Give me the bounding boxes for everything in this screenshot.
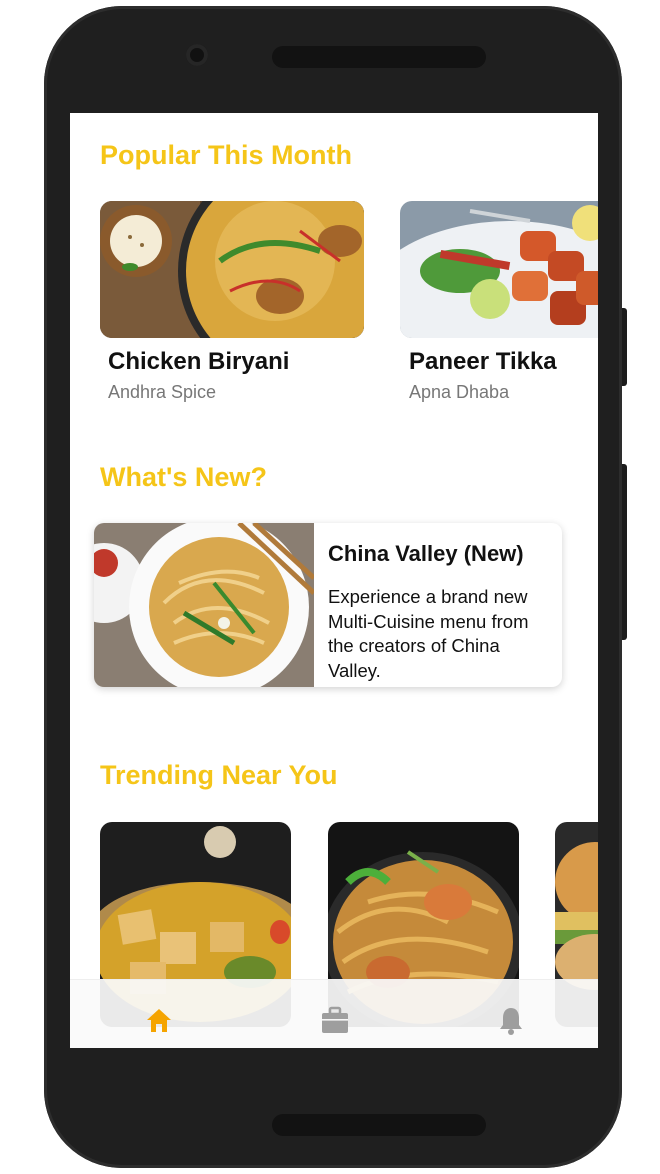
chicken-biryani-image[interactable] (100, 201, 364, 338)
news-description: Experience a brand new Multi-Cuisine men… (328, 586, 529, 681)
restaurant-name: Apna Dhaba (409, 382, 510, 402)
briefcase-icon[interactable] (319, 1004, 351, 1036)
dish-name[interactable]: Paneer Tikka (409, 348, 557, 376)
bell-icon[interactable] (495, 1004, 527, 1036)
speaker-grille-bottom (272, 1114, 486, 1136)
restaurant-name: Andhra Spice (108, 382, 217, 402)
whats-new-section-title: What's New? (100, 462, 267, 492)
speaker-grille (272, 46, 486, 68)
paneer-tikka-image[interactable] (400, 201, 598, 338)
camera-icon (186, 44, 208, 66)
news-title: China Valley (New) (328, 541, 524, 566)
app-screen: Popular This Month Chicken Biryani Andhr… (70, 113, 598, 1048)
dish-name[interactable]: Chicken Biryani (108, 348, 289, 376)
noodles-image (94, 523, 316, 687)
trending-section-title: Trending Near You (100, 760, 338, 790)
home-icon[interactable] (143, 1004, 175, 1036)
whats-new-card[interactable]: China Valley (New) Experience a brand ne… (94, 523, 562, 687)
popular-section-title: Popular This Month (100, 140, 352, 170)
bottom-navigation (70, 979, 598, 1048)
